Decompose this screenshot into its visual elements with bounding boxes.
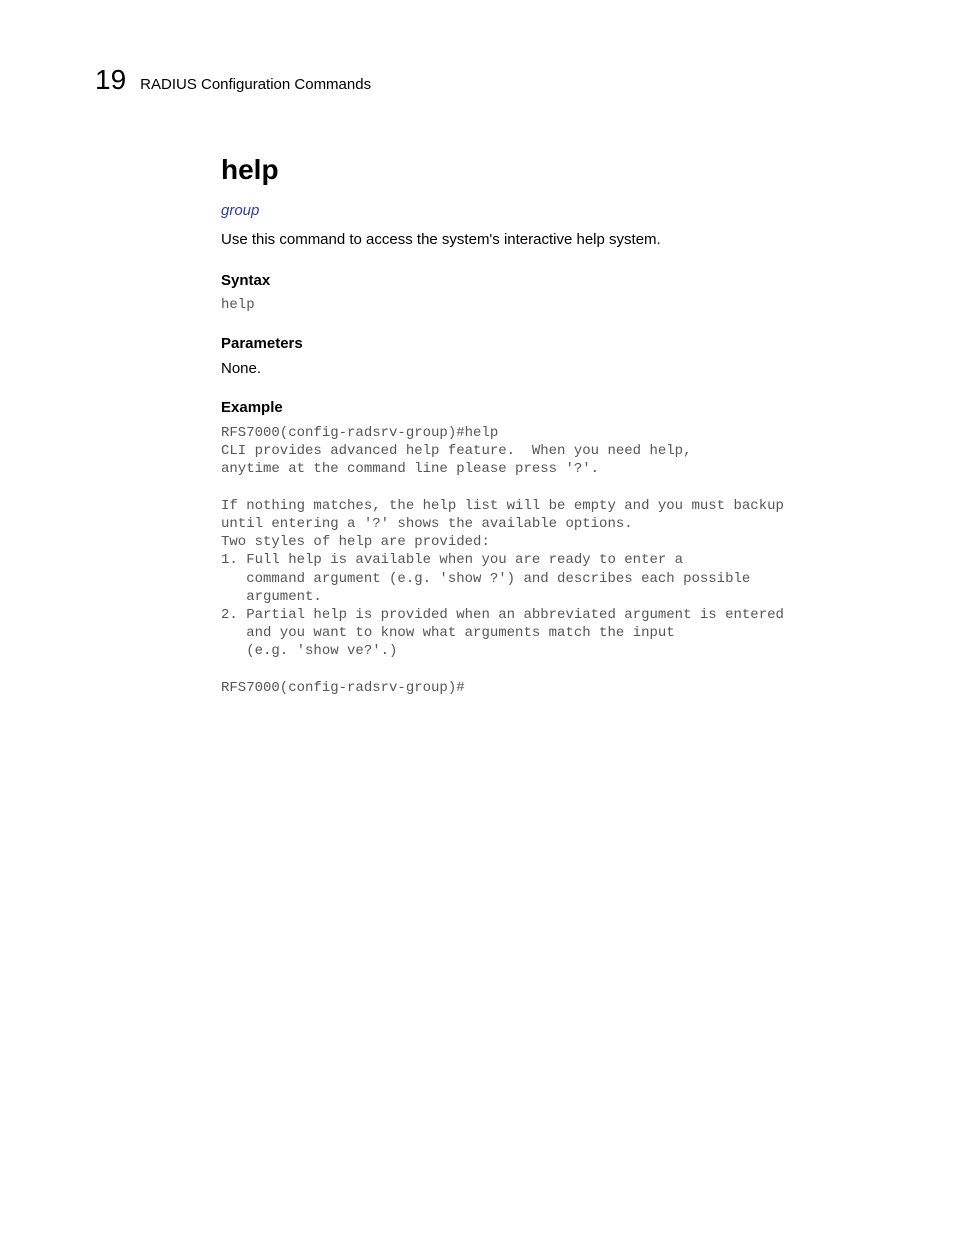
chapter-title: RADIUS Configuration Commands: [140, 76, 371, 93]
example-code: RFS7000(config-radsrv-group)#help CLI pr…: [221, 424, 859, 697]
syntax-code: help: [221, 297, 859, 313]
content-area: help group Use this command to access th…: [221, 154, 859, 697]
example-heading: Example: [221, 399, 859, 416]
page-header: 19 RADIUS Configuration Commands: [95, 64, 859, 96]
parameters-heading: Parameters: [221, 335, 859, 352]
group-link[interactable]: group: [221, 202, 859, 219]
command-heading: help: [221, 154, 859, 186]
chapter-number: 19: [95, 64, 126, 96]
syntax-heading: Syntax: [221, 272, 859, 289]
parameters-value: None.: [221, 360, 859, 377]
page-container: 19 RADIUS Configuration Commands help gr…: [0, 0, 954, 757]
command-description: Use this command to access the system's …: [221, 229, 859, 250]
